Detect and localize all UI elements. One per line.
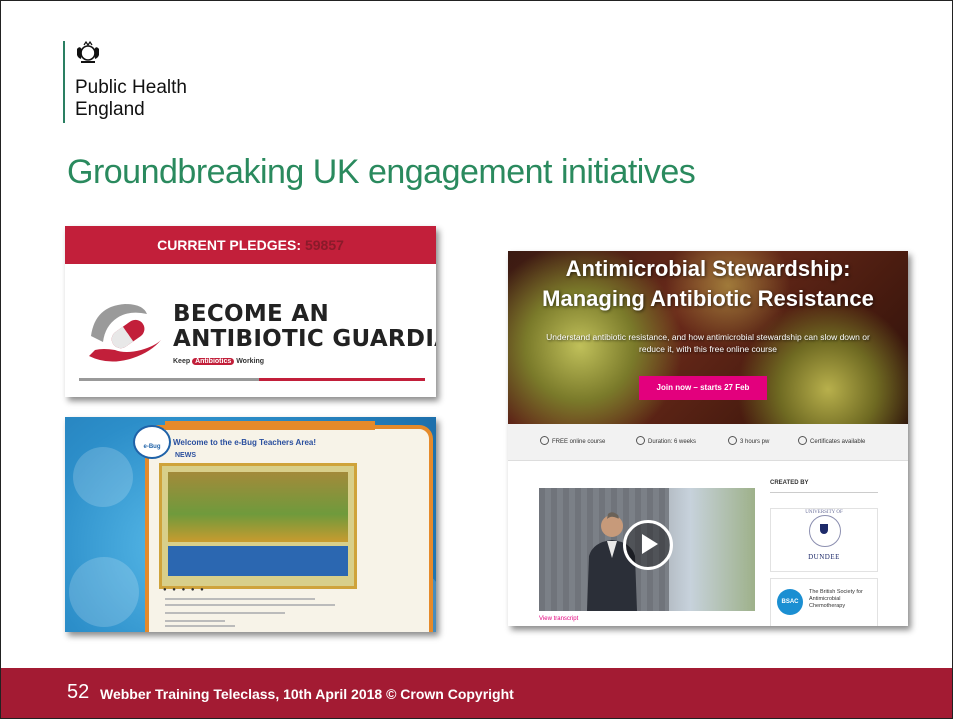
created-by-heading: CREATED BY: [770, 480, 809, 486]
slide-number: 52: [67, 681, 90, 703]
fact-duration-label: Duration: 6 weeks: [648, 439, 697, 445]
org-name-line1: Public Health: [75, 77, 187, 98]
join-button[interactable]: Join now – starts 27 Feb: [639, 376, 767, 400]
bsac-name: The British Society for Antimicrobial Ch…: [809, 589, 863, 609]
course-panel: Antimicrobial Stewardship: Managing Anti…: [508, 251, 908, 626]
fact-duration: Duration: 6 weeks: [636, 436, 696, 445]
pledge-banner: CURRENT PLEDGES: 59857: [65, 226, 436, 264]
guardian-rule-red: [259, 378, 425, 381]
hand-pill-icon: [89, 304, 161, 362]
ebug-panel: e-Bug Welcome to the e-Bug Teachers Area…: [65, 417, 436, 632]
ebug-welcome: Welcome to the e-Bug Teachers Area!: [173, 438, 316, 447]
fact-certificates: Certificates available: [798, 436, 865, 445]
play-button-icon[interactable]: [623, 520, 673, 570]
ebug-text-line: [165, 625, 235, 627]
course-title-line2: Managing Antibiotic Resistance: [542, 286, 874, 311]
dundee-seal-icon: [809, 515, 841, 547]
course-facts-bar: FREE online course Duration: 6 weeks 3 h…: [508, 424, 908, 461]
ebug-carousel-dots[interactable]: ● ● ● ● ●: [163, 587, 206, 593]
fact-free-label: FREE online course: [552, 439, 606, 445]
ebug-logo: e-Bug: [133, 425, 171, 459]
antibiotic-guardian-panel: CURRENT PLEDGES: 59857 BECOME AN ANTIBIOT…: [65, 226, 436, 397]
guardian-headline: BECOME AN ANTIBIOTIC GUARDIAN: [173, 302, 436, 352]
org-name: Public Health England: [75, 77, 187, 121]
guardian-rule-gray: [79, 378, 259, 381]
ebug-banner-image: [168, 472, 348, 542]
fact-certificates-label: Certificates available: [810, 439, 866, 445]
ebug-text-line: [165, 598, 315, 600]
dundee-name: DUNDEE: [808, 553, 840, 561]
gift-icon: [540, 436, 549, 445]
course-title: Antimicrobial Stewardship: Managing Anti…: [508, 254, 908, 314]
tagline-working: Working: [236, 358, 265, 365]
ebug-news-heading: NEWS: [175, 452, 196, 459]
logo-divider: [63, 41, 65, 123]
fact-hours-label: 3 hours pw: [740, 439, 770, 445]
ebug-logo-text: e-Bug: [143, 444, 161, 450]
fact-free: FREE online course: [540, 436, 605, 445]
course-subtitle: Understand antibiotic resistance, and ho…: [546, 332, 870, 354]
pledges-label: CURRENT PLEDGES:: [157, 237, 301, 253]
germ-graphic: [69, 557, 139, 627]
guardian-headline-line2: ANTIBIOTIC GUARDIAN: [173, 326, 436, 352]
guardian-tagline: Keep Antibiotics Working: [173, 358, 264, 365]
footer-text: Webber Training Teleclass, 10th April 20…: [100, 686, 514, 702]
ebug-text-line: [165, 604, 335, 606]
created-by-divider: [770, 492, 878, 493]
clock-icon: [728, 436, 737, 445]
ebug-navbar[interactable]: [165, 421, 375, 430]
view-transcript-link[interactable]: View transcript: [539, 616, 578, 622]
slide-title: Groundbreaking UK engagement initiatives: [67, 153, 696, 191]
fact-hours: 3 hours pw: [728, 436, 769, 445]
org-bsac[interactable]: BSAC The British Society for Antimicrobi…: [770, 578, 878, 626]
bsac-logo: BSAC: [777, 589, 803, 615]
pledges-count: 59857: [304, 237, 344, 253]
course-video[interactable]: [539, 488, 755, 611]
ebug-banner-text: [168, 546, 348, 576]
certificate-icon: [798, 436, 807, 445]
ebug-news-banner[interactable]: [159, 463, 357, 589]
course-title-line1: Antimicrobial Stewardship:: [565, 256, 851, 281]
hourglass-icon: [636, 436, 645, 445]
royal-crest-icon: [77, 41, 99, 63]
ebug-text-line: [165, 620, 225, 622]
germ-graphic: [73, 447, 133, 507]
ebug-text-line: [165, 612, 285, 614]
slide: Public Health England Groundbreaking UK …: [0, 0, 953, 719]
org-dundee[interactable]: UNIVERSITY OF DUNDEE: [770, 508, 878, 572]
tagline-pill: Antibiotics: [192, 358, 235, 365]
tagline-keep: Keep: [173, 358, 191, 365]
guardian-headline-line1: BECOME AN: [173, 301, 330, 327]
org-name-line2: England: [75, 99, 145, 120]
footer-bar: 52 Webber Training Teleclass, 10th April…: [1, 668, 952, 718]
